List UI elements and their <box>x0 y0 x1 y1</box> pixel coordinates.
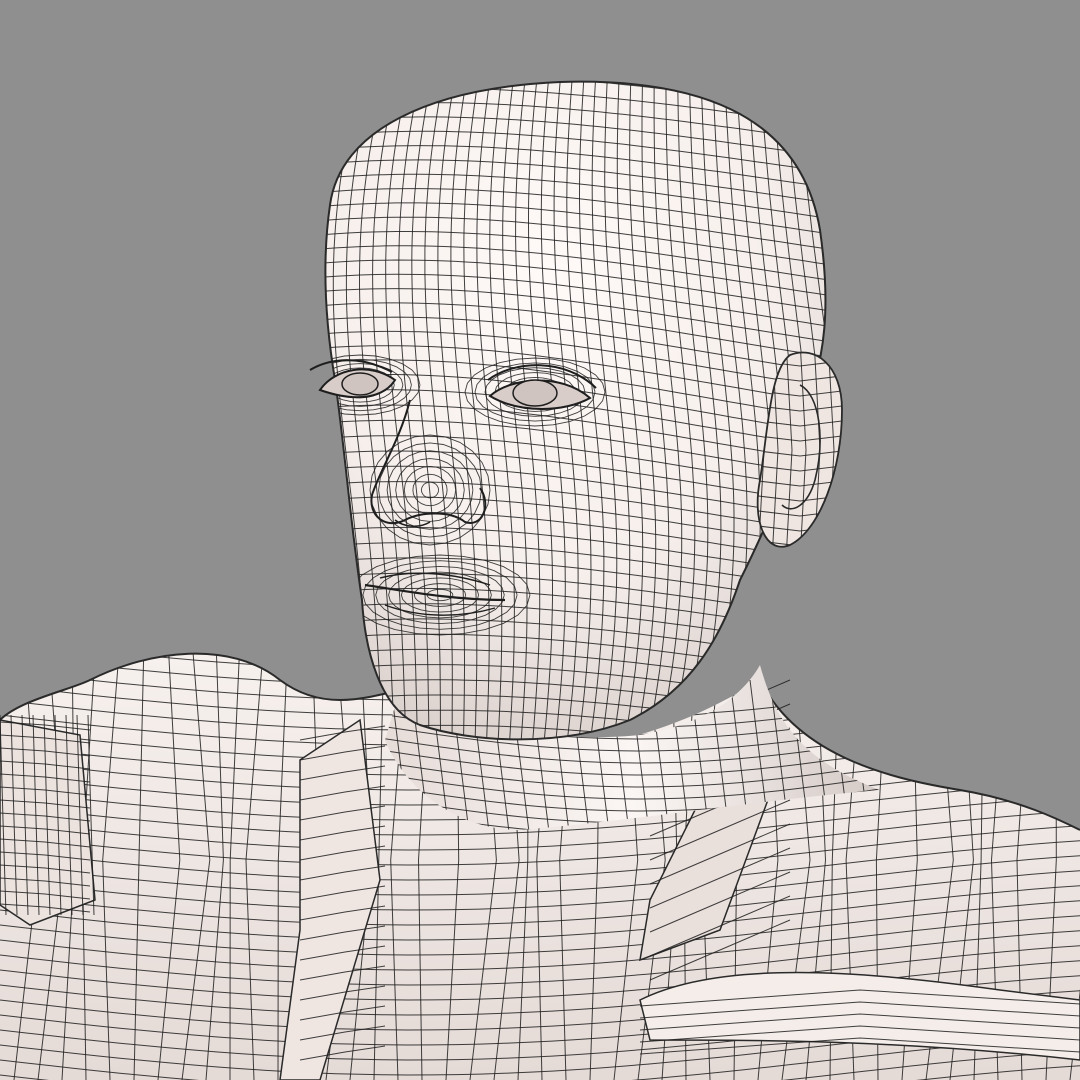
left-arm <box>0 714 96 926</box>
wireframe-render-viewport <box>0 0 1080 1080</box>
render-canvas <box>0 0 1080 1080</box>
